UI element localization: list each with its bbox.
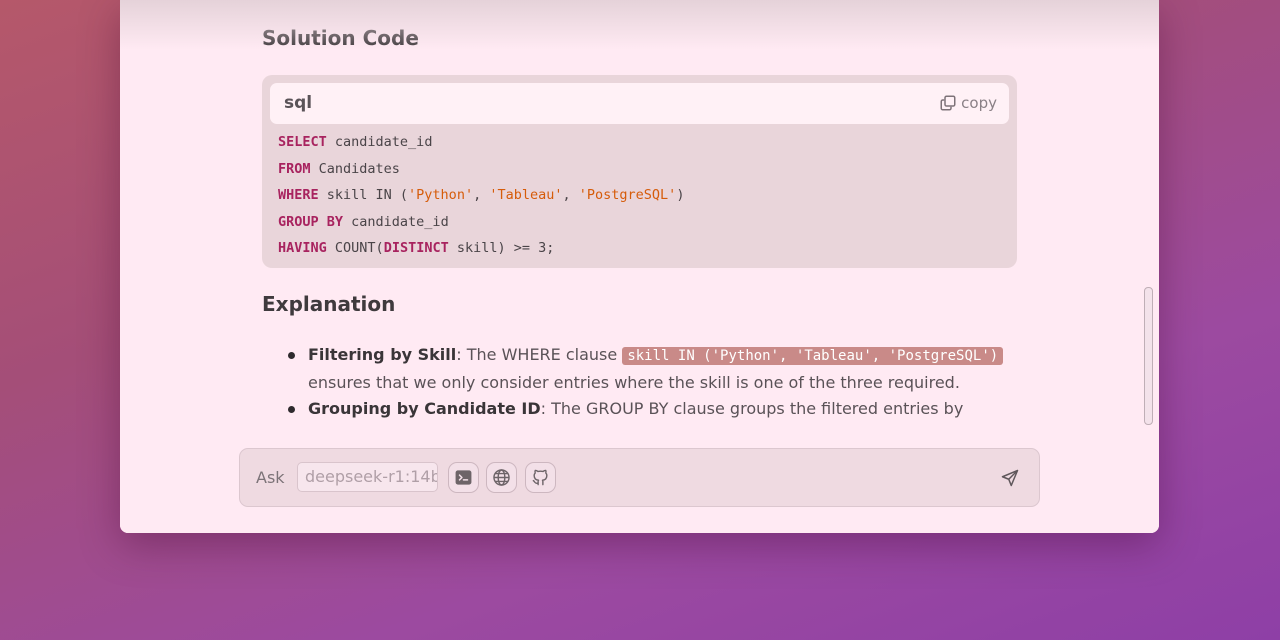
copy-button[interactable]: copy <box>939 94 997 112</box>
explanation-item-text: : The WHERE clause <box>456 345 623 364</box>
code-text: , <box>473 187 490 203</box>
code-keyword: SELECT <box>278 134 327 150</box>
code-string: 'Tableau' <box>489 187 563 203</box>
code-lines: SELECT candidate_id FROM Candidates WHERE … <box>278 129 684 262</box>
send-button[interactable] <box>999 467 1021 489</box>
globe-icon <box>493 469 510 486</box>
code-text: ) <box>676 187 685 203</box>
code-keyword: WHERE <box>278 187 319 203</box>
ask-label[interactable]: Ask <box>256 468 285 487</box>
code-line: HAVING COUNT(DISTINCT skill) >= 3; <box>278 235 684 262</box>
chat-input-bar: Ask deepseek-r1:14b <box>239 448 1040 507</box>
copy-icon <box>940 95 956 111</box>
code-text: Candidates <box>310 160 400 177</box>
code-text: COUNT( <box>326 240 384 256</box>
code-keyword: HAVING <box>278 240 327 256</box>
explanation-item-title: Filtering by Skill <box>308 345 457 364</box>
code-block: sql copy SELECT candidate_id FROM Candida… <box>262 75 1017 268</box>
explanation-item: Grouping by Candidate ID: The GROUP BY c… <box>288 396 1068 423</box>
code-language-label: sql <box>284 93 313 113</box>
code-keyword: FROM <box>278 160 311 177</box>
code-line: FROM Candidates <box>278 156 684 183</box>
code-text: skill) >= 3; <box>448 240 555 256</box>
code-string: 'Python' <box>408 187 474 203</box>
send-icon <box>1001 469 1019 487</box>
explanation-heading: Explanation <box>262 292 396 316</box>
terminal-icon <box>455 470 472 485</box>
code-line: GROUP BY candidate_id <box>278 209 684 236</box>
terminal-button[interactable] <box>448 462 479 493</box>
explanation-item-text: ensures that we only consider entries wh… <box>308 372 960 392</box>
code-keyword: DISTINCT <box>383 240 449 256</box>
github-icon <box>532 469 548 486</box>
code-string: 'PostgreSQL' <box>578 187 677 203</box>
inline-code: skill IN ('Python', 'Tableau', 'PostgreS… <box>622 347 1004 365</box>
model-selector[interactable]: deepseek-r1:14b <box>297 462 438 492</box>
scrollbar[interactable] <box>1144 287 1153 425</box>
code-text: , <box>562 187 579 203</box>
copy-label: copy <box>961 94 997 112</box>
explanation-list: Filtering by Skill: The WHERE clause ski… <box>262 342 1068 423</box>
code-block-header: sql copy <box>270 83 1009 124</box>
code-text: candidate_id <box>326 134 433 150</box>
explanation-item-title: Grouping by Candidate ID <box>308 399 541 418</box>
code-text: skill IN ( <box>318 187 409 203</box>
code-line: SELECT candidate_id <box>278 129 684 156</box>
explanation-item: Filtering by Skill: The WHERE clause ski… <box>288 342 1068 396</box>
explanation-item-text: : The GROUP BY clause groups the filtere… <box>540 399 964 418</box>
github-button[interactable] <box>525 462 556 493</box>
web-search-button[interactable] <box>486 462 517 493</box>
code-keyword: GROUP BY <box>278 213 344 230</box>
code-line: WHERE skill IN ('Python', 'Tableau', 'Po… <box>278 182 684 209</box>
chat-window: Solution Code sql copy SELECT candidate_… <box>120 0 1159 533</box>
code-text: candidate_id <box>343 213 449 230</box>
solution-heading: Solution Code <box>262 26 419 50</box>
